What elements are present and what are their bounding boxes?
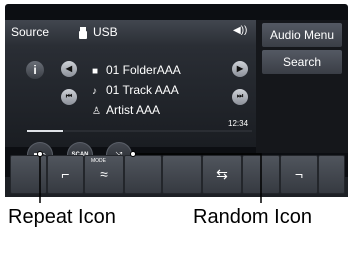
repeat-leader-dot <box>37 151 43 157</box>
random-leader-dot <box>130 151 136 157</box>
random-icon-callout: Random Icon <box>193 206 312 228</box>
random-leader <box>133 153 262 203</box>
repeat-icon-callout: Repeat Icon <box>8 206 116 228</box>
